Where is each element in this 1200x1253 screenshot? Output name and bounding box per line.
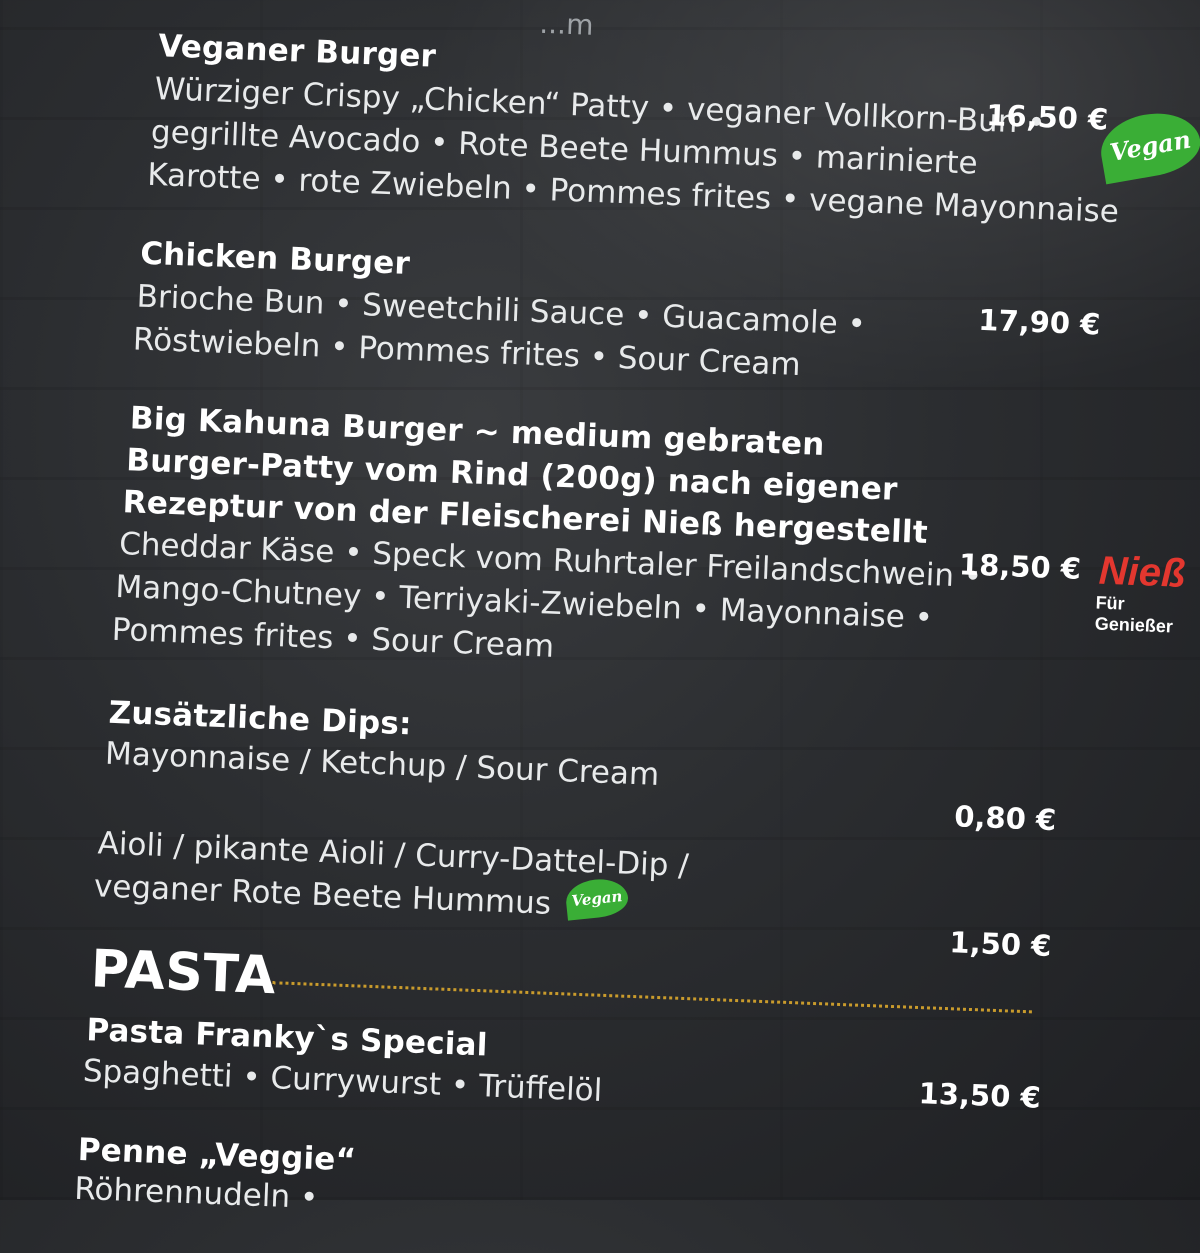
section-divider xyxy=(272,981,1032,1014)
section-title-pasta: PASTA xyxy=(89,939,278,1007)
cut-off-text: ...m xyxy=(538,6,595,42)
niess-logo-tagline: Für Genießer xyxy=(1094,592,1174,637)
item-price-veganer-burger: 16,50 € xyxy=(985,97,1109,137)
item-price-big-kahuna: 18,50 € xyxy=(958,547,1082,586)
item-price-pasta-frankys: 13,50 € xyxy=(918,1076,1042,1115)
dips-group1-price: 0,80 € xyxy=(953,799,1057,838)
dips-group2-price: 1,50 € xyxy=(948,925,1052,964)
item-title-veganer-burger: Veganer Burger xyxy=(157,28,437,75)
item-title-chicken-burger: Chicken Burger xyxy=(139,235,411,282)
vegan-leaf-icon: Vegan xyxy=(1095,106,1200,185)
item-price-chicken-burger: 17,90 € xyxy=(977,302,1102,342)
item-desc-pasta-frankys: Spaghetti • Currywurst • Trüffelöl xyxy=(82,1052,603,1109)
vegan-badge-label: Vegan xyxy=(1107,124,1193,167)
vegan-badge-small-label: Vegan xyxy=(570,887,624,911)
item-desc-penne-veggie: Röhrennudeln • xyxy=(73,1170,319,1217)
niess-logo: Nieß xyxy=(1098,548,1187,596)
menu-page: ...m Veganer Burger Würziger Crispy „Chi… xyxy=(0,0,1200,1245)
dips-group1-desc: Mayonnaise / Ketchup / Sour Cream xyxy=(104,735,660,793)
